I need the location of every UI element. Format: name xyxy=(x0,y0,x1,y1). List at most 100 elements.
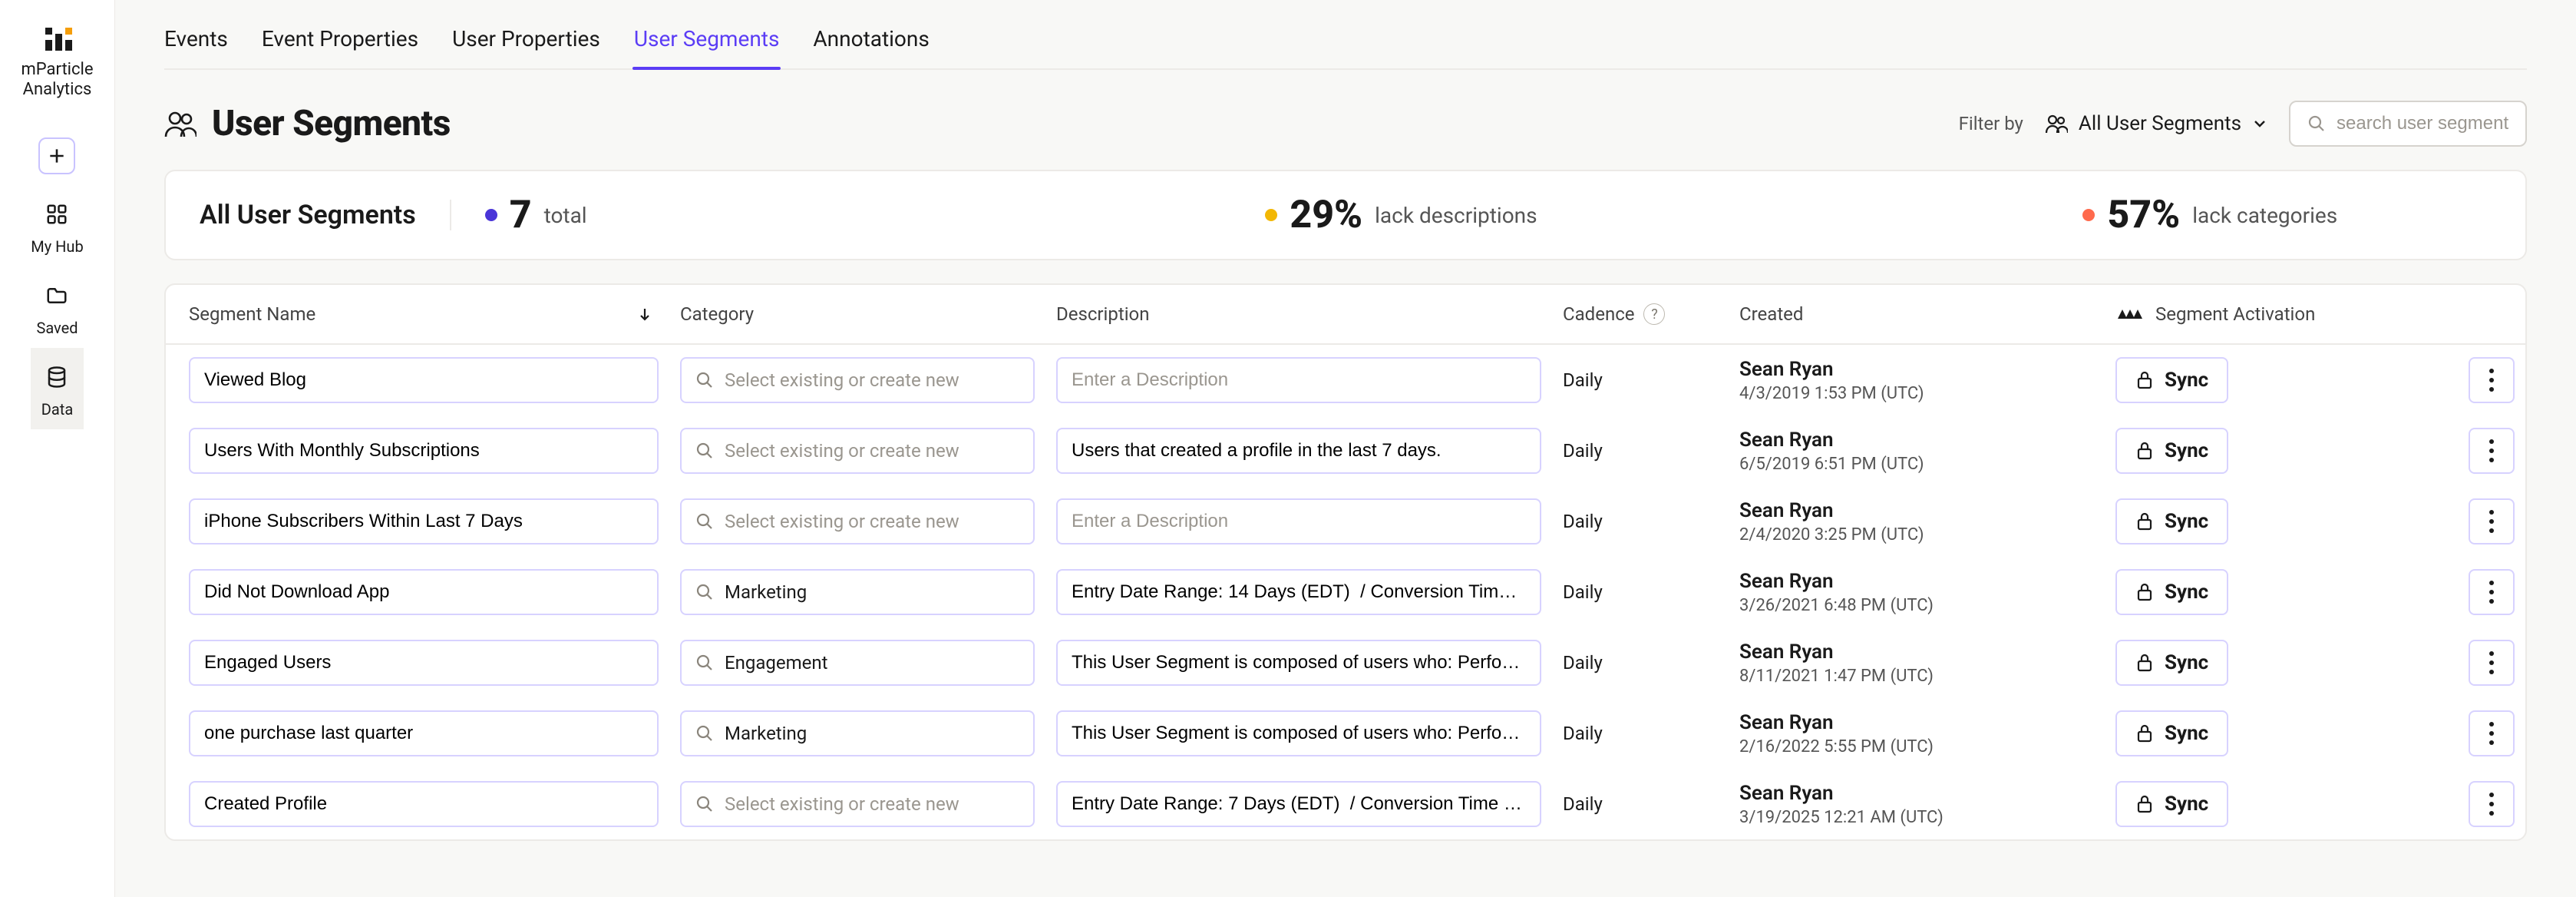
description-input[interactable] xyxy=(1056,781,1541,827)
category-select[interactable]: Marketing xyxy=(680,569,1035,615)
lock-icon xyxy=(2135,723,2154,743)
th-cadence[interactable]: Cadence ? xyxy=(1563,303,1739,325)
sidebar-item-add[interactable] xyxy=(31,127,83,185)
segment-name-field[interactable] xyxy=(204,723,643,744)
search-input[interactable] xyxy=(2337,113,2508,134)
lock-icon xyxy=(2135,653,2154,673)
description-input[interactable] xyxy=(1056,357,1541,403)
row-more-button[interactable] xyxy=(2469,569,2515,615)
segment-name-input[interactable] xyxy=(189,569,659,615)
cadence-value: Daily xyxy=(1563,511,1739,532)
th-activation[interactable]: Segment Activation xyxy=(2115,303,2422,325)
description-field[interactable] xyxy=(1072,723,1526,744)
sync-button[interactable]: Sync xyxy=(2115,781,2228,827)
stat-label: total xyxy=(544,203,587,228)
category-value: Select existing or create new xyxy=(725,511,959,532)
row-more-button[interactable] xyxy=(2469,498,2515,544)
chevron-down-icon xyxy=(2252,116,2267,131)
segment-name-field[interactable] xyxy=(204,793,643,815)
segment-name-input[interactable] xyxy=(189,710,659,756)
segment-name-field[interactable] xyxy=(204,369,643,391)
lock-icon xyxy=(2135,582,2154,602)
sidebar-item-label: Saved xyxy=(36,319,78,337)
category-value: Engagement xyxy=(725,652,828,674)
category-select[interactable]: Select existing or create new xyxy=(680,428,1035,474)
created-at: 6/5/2019 6:51 PM (UTC) xyxy=(1739,455,2115,474)
description-field[interactable] xyxy=(1072,369,1526,391)
row-more-button[interactable] xyxy=(2469,781,2515,827)
search-icon xyxy=(695,654,714,672)
segment-name-field[interactable] xyxy=(204,511,643,532)
category-select[interactable]: Select existing or create new xyxy=(680,357,1035,403)
tab-user-segments[interactable]: User Segments xyxy=(634,26,780,68)
description-input[interactable] xyxy=(1056,710,1541,756)
segment-name-input[interactable] xyxy=(189,498,659,544)
tab-event-properties[interactable]: Event Properties xyxy=(262,26,418,68)
search-icon xyxy=(695,371,714,389)
row-more-button[interactable] xyxy=(2469,710,2515,756)
table-row: Select existing or create new Daily Sean… xyxy=(166,769,2525,839)
summary-card: All User Segments 7 total 29% lack descr… xyxy=(164,170,2527,260)
segment-name-field[interactable] xyxy=(204,652,643,674)
sync-button[interactable]: Sync xyxy=(2115,428,2228,474)
created-cell: Sean Ryan 3/19/2025 12:21 AM (UTC) xyxy=(1739,782,2115,827)
stat-label: lack descriptions xyxy=(1375,203,1537,228)
created-by: Sean Ryan xyxy=(1739,429,2115,452)
description-input[interactable] xyxy=(1056,498,1541,544)
description-field[interactable] xyxy=(1072,440,1526,462)
created-cell: Sean Ryan 6/5/2019 6:51 PM (UTC) xyxy=(1739,429,2115,474)
description-input[interactable] xyxy=(1056,640,1541,686)
sidebar: mParticle Analytics My Hub Saved Data xyxy=(0,0,115,897)
sync-button[interactable]: Sync xyxy=(2115,357,2228,403)
table-row: Marketing Daily Sean Ryan 2/16/2022 5:55… xyxy=(166,698,2525,769)
category-value: Select existing or create new xyxy=(725,440,959,462)
description-field[interactable] xyxy=(1072,793,1526,815)
description-input[interactable] xyxy=(1056,569,1541,615)
th-description[interactable]: Description xyxy=(1056,303,1563,325)
description-field[interactable] xyxy=(1072,511,1526,532)
sync-button[interactable]: Sync xyxy=(2115,569,2228,615)
filter-dropdown[interactable]: All User Segments xyxy=(2045,112,2267,135)
sidebar-item-my-hub[interactable]: My Hub xyxy=(31,185,83,266)
row-more-button[interactable] xyxy=(2469,640,2515,686)
created-by: Sean Ryan xyxy=(1739,711,2115,734)
th-category[interactable]: Category xyxy=(680,303,1056,325)
category-value: Select existing or create new xyxy=(725,369,959,391)
search-input-wrap[interactable] xyxy=(2289,101,2527,147)
segment-name-input[interactable] xyxy=(189,428,659,474)
tab-events[interactable]: Events xyxy=(164,26,228,68)
category-value: Marketing xyxy=(725,723,807,744)
segment-name-input[interactable] xyxy=(189,357,659,403)
row-more-button[interactable] xyxy=(2469,357,2515,403)
segment-name-field[interactable] xyxy=(204,440,643,462)
created-at: 2/4/2020 3:25 PM (UTC) xyxy=(1739,525,2115,544)
search-icon xyxy=(695,795,714,813)
segment-name-field[interactable] xyxy=(204,581,643,603)
sync-button[interactable]: Sync xyxy=(2115,710,2228,756)
sidebar-item-saved[interactable]: Saved xyxy=(31,266,83,348)
description-field[interactable] xyxy=(1072,581,1526,603)
th-created[interactable]: Created xyxy=(1739,303,2115,325)
brand-name: mParticle Analytics xyxy=(21,60,93,101)
category-select[interactable]: Select existing or create new xyxy=(680,498,1035,544)
description-input[interactable] xyxy=(1056,428,1541,474)
segment-name-input[interactable] xyxy=(189,640,659,686)
tab-user-properties[interactable]: User Properties xyxy=(452,26,600,68)
sidebar-item-data[interactable]: Data xyxy=(31,348,83,429)
category-select[interactable]: Select existing or create new xyxy=(680,781,1035,827)
folder-icon xyxy=(38,277,75,314)
summary-stat: 29% lack descriptions xyxy=(1265,193,2082,237)
sync-button[interactable]: Sync xyxy=(2115,640,2228,686)
created-by: Sean Ryan xyxy=(1739,358,2115,381)
help-icon[interactable]: ? xyxy=(1643,303,1665,325)
segment-name-input[interactable] xyxy=(189,781,659,827)
row-more-button[interactable] xyxy=(2469,428,2515,474)
description-field[interactable] xyxy=(1072,652,1526,674)
category-select[interactable]: Engagement xyxy=(680,640,1035,686)
category-select[interactable]: Marketing xyxy=(680,710,1035,756)
tab-annotations[interactable]: Annotations xyxy=(813,26,929,68)
table-row: Engagement Daily Sean Ryan 8/11/2021 1:4… xyxy=(166,627,2525,698)
sync-button[interactable]: Sync xyxy=(2115,498,2228,544)
th-name[interactable]: Segment Name xyxy=(189,303,680,325)
sync-label: Sync xyxy=(2165,510,2208,533)
